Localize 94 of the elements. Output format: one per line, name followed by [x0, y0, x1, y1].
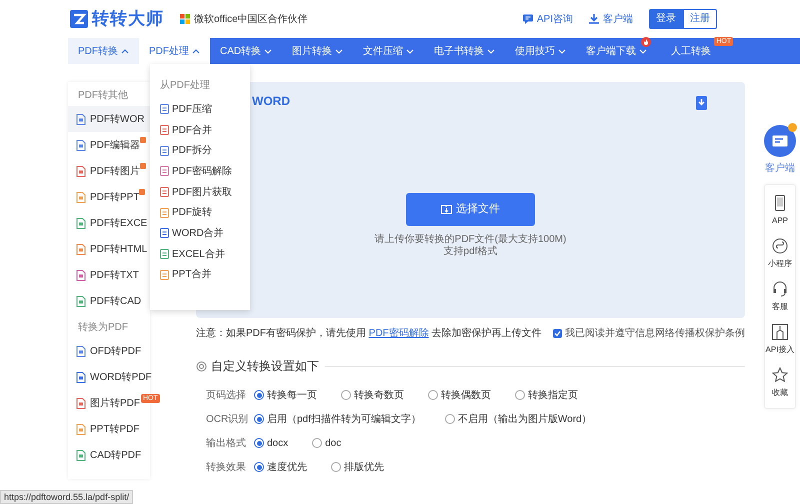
dropdown-item[interactable]: PPT合并 [160, 264, 250, 286]
radio-option[interactable]: 速度优先 [254, 460, 307, 474]
badge-mark [139, 189, 145, 195]
dock-item[interactable]: API接入 [765, 318, 795, 361]
download-icon [589, 14, 599, 24]
settings-title: 自定义转换设置如下 [211, 358, 319, 375]
dropdown-item[interactable]: PDF旋转 [160, 202, 250, 224]
gear-icon [196, 360, 207, 372]
partner-text: 微软office中国区合作伙伴 [194, 12, 308, 26]
radio-option[interactable]: doc [312, 436, 342, 450]
sidebar-item[interactable]: PDF转CAD [68, 288, 150, 314]
sidebar-item[interactable]: PPT转PDF [68, 416, 150, 442]
setting-label: 输出格式 [205, 436, 247, 450]
badge-mark [140, 137, 146, 143]
status-url: https://pdftoword.55.la/pdf-split/ [0, 490, 134, 504]
dropdown-item[interactable]: PDF图片获取 [160, 182, 250, 202]
upload-hint: 请上传你要转换的PDF文件(最大支持100M) [374, 234, 566, 246]
logo-icon [70, 10, 88, 28]
caret-icon [264, 48, 272, 54]
badge-mark [140, 163, 146, 169]
nav-item[interactable]: 人工转换 [671, 38, 712, 64]
dock-item[interactable]: 收藏 [765, 361, 795, 404]
sidebar-item[interactable]: PDF转TXT [68, 262, 150, 288]
sidebar-item[interactable]: PDF转WOR [68, 106, 150, 132]
login-button[interactable]: 登录 [649, 9, 683, 29]
sidebar-heading: PDF转其他 [77, 88, 129, 103]
radio-option[interactable]: 转换偶数页 [428, 388, 491, 402]
message-icon [772, 134, 788, 148]
agreement-text: 我已阅读并遵守信息网络传播权保护条例 [565, 326, 745, 341]
star-icon [772, 366, 788, 382]
register-button[interactable]: 注册 [683, 9, 717, 29]
dropdown-item[interactable]: WORD合并 [160, 223, 250, 244]
setting-label: 转换效果 [205, 460, 247, 474]
upload-title: WORD [252, 93, 290, 110]
sidebar-heading: 转换为PDF [77, 320, 129, 335]
caret-icon [192, 48, 200, 54]
radio-option[interactable]: 不启用（输出为图片版Word） [444, 412, 592, 426]
dropdown-item[interactable]: PDF压缩 [160, 99, 250, 120]
unlock-link[interactable]: PDF密码解除 [368, 328, 429, 339]
sidebar-item[interactable]: WORD转PDF [68, 364, 154, 390]
phone-icon [772, 194, 788, 210]
caret-icon [121, 48, 129, 54]
caret-icon [487, 48, 496, 54]
nav-item[interactable]: 图片转换 [282, 38, 354, 64]
nav-item[interactable]: 客户端下载 [576, 38, 658, 64]
link-icon [772, 238, 788, 254]
client-button[interactable] [764, 125, 796, 157]
caret-icon [335, 48, 344, 54]
dropdown-item[interactable]: PDF拆分 [160, 140, 250, 162]
sidebar-item[interactable]: PDF转图片 [68, 158, 150, 184]
radio-option[interactable]: 转换奇数页 [341, 388, 404, 402]
sidebar-item[interactable]: CAD转PDF [68, 442, 150, 468]
header-link[interactable]: 客户端 [589, 12, 633, 26]
dropdown-item[interactable]: PDF密码解除 [160, 161, 250, 182]
download-icon [696, 96, 707, 110]
nav-item[interactable]: 使用技巧 [505, 38, 576, 64]
nav-item[interactable]: 电子书转换 [424, 38, 506, 64]
nav-item[interactable]: PDF处理 [139, 38, 210, 64]
dock-item[interactable]: 客服 [765, 275, 795, 318]
caret-icon [406, 48, 414, 54]
folder-icon [441, 204, 452, 215]
radio-option[interactable]: 排版优先 [331, 460, 384, 474]
caret-icon [558, 48, 566, 54]
notice-text: 注意：如果PDF有密码保护，请先使用 PDF密码解除 去除加密保护再上传文件 [196, 326, 542, 341]
header-link[interactable]: API咨询 [522, 12, 573, 26]
radio-option[interactable]: 转换每一页 [254, 388, 317, 402]
dock-item[interactable]: 小程序 [765, 232, 795, 275]
sidebar-item[interactable]: PDF转PPT [68, 184, 150, 210]
setting-label: 页码选择 [205, 388, 247, 402]
dropdown-item[interactable]: PDF合并 [160, 120, 250, 140]
select-file-button[interactable]: 选择文件 [406, 193, 535, 226]
nav-item[interactable]: PDF转换 [68, 38, 139, 64]
radio-option[interactable]: 启用（pdf扫描件转为可编辑文字） [254, 412, 421, 426]
radio-option[interactable]: 转换指定页 [515, 388, 578, 402]
nav-item[interactable]: 文件压缩 [353, 38, 424, 64]
radio-option[interactable]: docx [254, 436, 288, 450]
notification-dot [788, 123, 797, 132]
dock-item[interactable]: APP [765, 189, 795, 232]
upload-hint: 支持pdf格式 [442, 246, 498, 258]
headset-icon [772, 280, 788, 296]
agreement-checkbox[interactable] [553, 329, 562, 338]
dropdown-heading: 从PDF处理 [160, 78, 211, 93]
client-label: 客户端 [764, 162, 796, 176]
setting-label: OCR识别 [205, 412, 250, 426]
windows-logo-icon [180, 14, 190, 24]
sidebar-item[interactable]: OFD转PDF [68, 338, 150, 364]
dropdown-item[interactable]: EXCEL合并 [160, 244, 250, 264]
sidebar-item[interactable]: PDF转HTML [68, 236, 150, 262]
caret-icon [639, 48, 648, 54]
chat-icon [522, 14, 533, 24]
sidebar-item[interactable]: PDF转EXCE [68, 210, 150, 236]
logo-text: 转转大师 [92, 8, 164, 30]
nav-item[interactable]: CAD转换 [210, 38, 282, 64]
sidebar-item[interactable]: PDF编辑器 [68, 132, 150, 158]
